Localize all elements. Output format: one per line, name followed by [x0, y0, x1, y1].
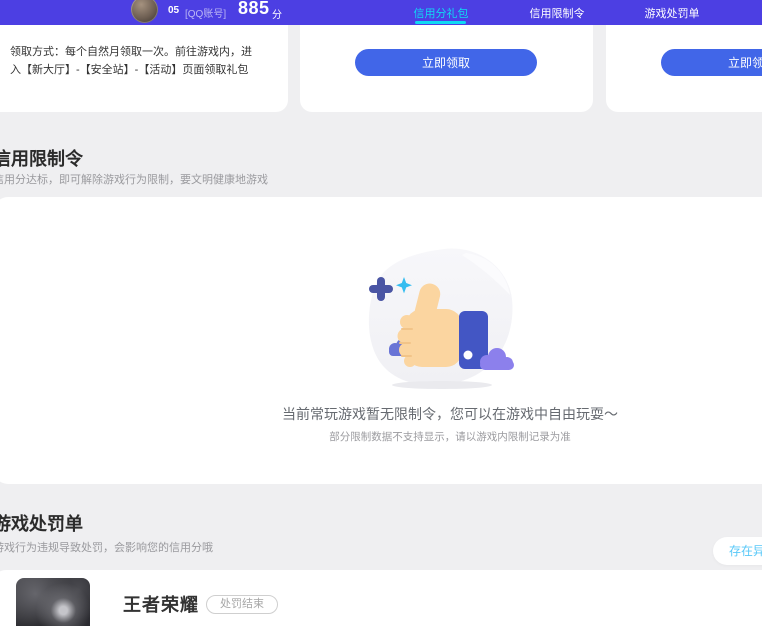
username: 05	[168, 5, 180, 16]
tab-game-punishment[interactable]: 游戏处罚单	[645, 5, 700, 21]
punishment-section-subtitle: 游戏行为违规导致处罚，会影响您的信用分哦	[0, 542, 213, 554]
user-avatar	[131, 0, 158, 23]
restriction-section-subtitle: 信用分达标，即可解除游戏行为限制，要文明健康地游戏	[0, 174, 268, 186]
tab-credit-gift[interactable]: 信用分礼包	[414, 5, 469, 21]
game-name: 王者荣耀	[123, 595, 199, 615]
game-credit-page: 领取方式：每个自然月领取一次。前往游戏内，进入【新大厅】-【安全站】-【活动】页…	[0, 0, 762, 626]
thumbs-up-illustration	[368, 248, 514, 389]
punishment-status-badge: 处罚结束	[206, 595, 278, 614]
abnormal-feedback-link[interactable]: 存在异常	[713, 537, 762, 565]
active-tab-underline	[415, 21, 466, 24]
account-type-label: [QQ账号]	[185, 9, 227, 20]
claim-instructions-text: 领取方式：每个自然月领取一次。前往游戏内，进入【新大厅】-【安全站】-【活动】页…	[10, 46, 252, 76]
restriction-data-note: 部分限制数据不支持显示，请以游戏内限制记录为准	[329, 431, 571, 443]
claim-button-1[interactable]: 立即领取	[355, 49, 537, 76]
tab-credit-restriction[interactable]: 信用限制令	[530, 5, 585, 21]
no-restriction-message: 当前常玩游戏暂无限制令，您可以在游戏中自由玩耍～	[282, 406, 618, 422]
punishment-section-title: 游戏处罚单	[0, 514, 83, 534]
punishment-list-card: 王者荣耀 处罚结束	[0, 570, 762, 626]
claim-button-2[interactable]: 立即领取	[661, 49, 762, 76]
restriction-section-title: 信用限制令	[0, 149, 83, 169]
game-thumbnail	[16, 578, 90, 626]
top-bar: 05 [QQ账号] 885 分 信用分礼包 信用限制令 游戏处罚单	[0, 0, 762, 25]
restriction-empty-card: 当前常玩游戏暂无限制令，您可以在游戏中自由玩耍～ 部分限制数据不支持显示，请以游…	[0, 197, 762, 484]
credit-score: 885	[238, 0, 270, 18]
credit-score-unit: 分	[272, 10, 282, 21]
